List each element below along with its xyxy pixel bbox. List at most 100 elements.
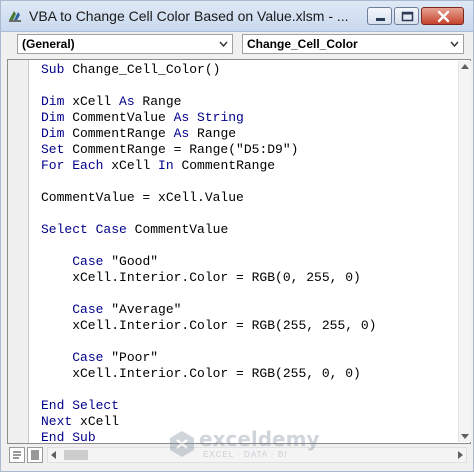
code-line[interactable]: CommentValue = xCell.Value xyxy=(41,190,376,206)
code-keyword: String xyxy=(197,110,244,125)
code-keyword: Case xyxy=(72,302,104,317)
minimize-icon xyxy=(376,18,385,21)
code-keyword: End xyxy=(41,430,65,445)
code-token: "Poor" xyxy=(103,350,159,365)
code-token: CommentRange xyxy=(64,126,174,141)
code-line[interactable] xyxy=(41,206,376,222)
code-token: xCell xyxy=(72,414,120,429)
code-token: CommentValue = xCell.Value xyxy=(41,190,244,205)
code-token: "Good" xyxy=(103,254,159,269)
code-line[interactable] xyxy=(41,238,376,254)
vba-editor-icon xyxy=(7,8,23,24)
full-module-view-button[interactable] xyxy=(27,447,43,463)
code-token: CommentValue xyxy=(64,110,174,125)
code-token: xCell xyxy=(103,158,159,173)
code-keyword: In xyxy=(158,158,174,173)
minimize-button[interactable] xyxy=(367,7,392,25)
code-token: CommentRange xyxy=(173,158,276,173)
code-keyword: Case xyxy=(72,350,104,365)
code-line[interactable] xyxy=(41,334,376,350)
code-keyword: For xyxy=(41,158,65,173)
procedure-dropdown-value: Change_Cell_Color xyxy=(247,37,358,51)
code-keyword: Case xyxy=(95,222,127,237)
code-keyword: As xyxy=(119,94,135,109)
chevron-down-icon xyxy=(450,41,459,47)
indicator-margin[interactable] xyxy=(8,60,29,443)
code-line[interactable]: For Each xCell In CommentRange xyxy=(41,158,376,174)
code-keyword: Dim xyxy=(41,94,65,109)
code-line[interactable]: Set CommentRange = Range("D5:D9") xyxy=(41,142,376,158)
code-token: Range xyxy=(189,126,237,141)
code-keyword: Case xyxy=(72,254,104,269)
horizontal-scroll-thumb[interactable] xyxy=(64,450,88,460)
code-line[interactable]: xCell.Interior.Color = RGB(255, 0, 0) xyxy=(41,366,376,382)
code-keyword: Set xyxy=(41,142,65,157)
code-token: "Average" xyxy=(103,302,182,317)
watermark-tagline: EXCEL · DATA · BI xyxy=(203,450,288,459)
close-icon xyxy=(437,10,450,23)
code-token: CommentValue xyxy=(126,222,229,237)
maximize-icon xyxy=(401,11,414,22)
code-editor[interactable]: Sub Change_Cell_Color() Dim xCell As Ran… xyxy=(7,59,471,446)
code-keyword: As xyxy=(173,110,190,125)
watermark: exceldemy EXCEL · DATA · BI xyxy=(165,425,325,465)
chevron-down-icon xyxy=(219,41,228,47)
code-token: CommentRange = Range("D5:D9") xyxy=(64,142,299,157)
procedure-view-icon xyxy=(13,451,21,459)
code-token: Range xyxy=(134,94,182,109)
code-keyword: Select xyxy=(72,398,120,413)
scroll-left-icon[interactable] xyxy=(51,451,56,459)
object-dropdown[interactable]: (General) xyxy=(17,34,233,54)
code-line[interactable] xyxy=(41,78,376,94)
object-dropdown-value: (General) xyxy=(22,37,75,51)
code-line[interactable]: Dim xCell As Range xyxy=(41,94,376,110)
exceldemy-logo-icon xyxy=(170,431,194,457)
scroll-down-icon[interactable] xyxy=(461,434,469,439)
code-token: xCell.Interior.Color = RGB(0, 255, 0) xyxy=(41,270,361,285)
procedure-view-button[interactable] xyxy=(9,447,25,463)
code-token: xCell.Interior.Color = RGB(255, 0, 0) xyxy=(41,366,361,381)
code-token: xCell.Interior.Color = RGB(255, 255, 0) xyxy=(41,318,377,333)
scroll-up-icon[interactable] xyxy=(461,64,469,69)
code-keyword: Dim xyxy=(41,110,65,125)
code-line[interactable] xyxy=(41,286,376,302)
maximize-button[interactable] xyxy=(394,7,419,25)
code-keyword: Dim xyxy=(41,126,65,141)
code-line[interactable]: Dim CommentRange As Range xyxy=(41,126,376,142)
close-button[interactable] xyxy=(421,7,464,25)
code-line[interactable]: xCell.Interior.Color = RGB(0, 255, 0) xyxy=(41,270,376,286)
code-keyword: Each xyxy=(72,158,104,173)
code-token: xCell xyxy=(64,94,120,109)
code-keyword: Next xyxy=(41,414,73,429)
code-line[interactable]: Case "Poor" xyxy=(41,350,376,366)
full-module-view-icon xyxy=(31,450,39,460)
code-line[interactable]: Case "Average" xyxy=(41,302,376,318)
code-keyword: Sub xyxy=(72,430,96,445)
code-keyword: Sub xyxy=(41,62,65,77)
code-keyword: End xyxy=(41,398,65,413)
code-line[interactable]: Select Case CommentValue xyxy=(41,222,376,238)
title-bar[interactable]: VBA to Change Cell Color Based on Value.… xyxy=(1,1,473,32)
vba-code-window: VBA to Change Cell Color Based on Value.… xyxy=(0,0,474,472)
code-line[interactable]: Dim CommentValue As String xyxy=(41,110,376,126)
code-line[interactable] xyxy=(41,174,376,190)
code-line[interactable]: xCell.Interior.Color = RGB(255, 255, 0) xyxy=(41,318,376,334)
code-line[interactable]: End Select xyxy=(41,398,376,414)
window-title: VBA to Change Cell Color Based on Value.… xyxy=(29,8,349,24)
procedure-dropdown[interactable]: Change_Cell_Color xyxy=(242,34,464,54)
code-keyword: As xyxy=(173,126,190,141)
code-keyword: Select xyxy=(41,222,88,237)
scroll-right-icon[interactable] xyxy=(458,451,463,459)
code-line[interactable]: Case "Good" xyxy=(41,254,376,270)
code-text[interactable]: Sub Change_Cell_Color() Dim xCell As Ran… xyxy=(41,62,376,446)
vertical-scrollbar[interactable] xyxy=(458,61,471,442)
code-line[interactable]: Sub Change_Cell_Color() xyxy=(41,62,376,78)
code-token: Change_Cell_Color() xyxy=(64,62,221,77)
watermark-name: exceldemy xyxy=(199,427,320,451)
code-line[interactable] xyxy=(41,382,376,398)
